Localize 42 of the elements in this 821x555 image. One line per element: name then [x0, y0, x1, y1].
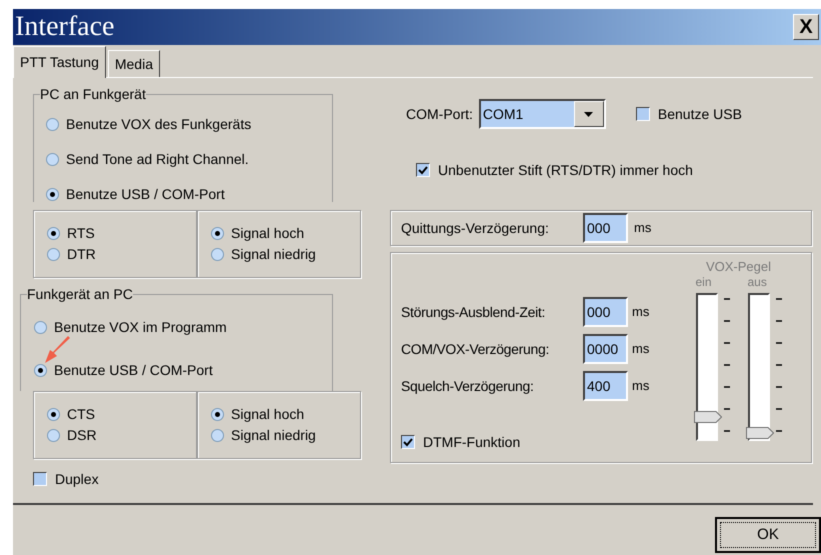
delay-field[interactable]: 0000: [583, 334, 628, 364]
window-title: Interface: [15, 13, 114, 41]
radio-button[interactable]: Signal niedrig: [211, 244, 360, 264]
radio-button[interactable]: DSR: [47, 426, 196, 446]
radio-button[interactable]: Send Tone ad Right Channel.: [46, 149, 332, 169]
radio-button[interactable]: Benutze USB / COM-Port: [46, 184, 332, 204]
usb-checkbox[interactable]: Benutze USB: [636, 104, 742, 124]
com-port-dropdown[interactable]: COM1: [478, 99, 606, 129]
pin-high-checkbox[interactable]: Unbenutzter Stift (RTS/DTR) immer hoch: [416, 160, 812, 180]
radio-button[interactable]: Benutze VOX des Funkgeräts: [46, 114, 332, 134]
radio-button[interactable]: Signal hoch: [211, 404, 360, 424]
tab[interactable]: Media: [108, 50, 160, 77]
radio-button[interactable]: CTS: [47, 404, 196, 424]
delay-field[interactable]: 000: [583, 213, 628, 243]
unit-label: ms: [634, 219, 652, 238]
radio-button[interactable]: Benutze VOX im Programm: [34, 317, 332, 337]
radio-button[interactable]: Benutze USB / COM-Port: [34, 360, 332, 380]
radio-button[interactable]: Signal hoch: [211, 224, 360, 244]
delay-field[interactable]: 400: [583, 371, 628, 401]
delay-field[interactable]: 000: [583, 297, 628, 327]
unit-label: ms: [632, 303, 650, 322]
slider-label: ein: [696, 275, 712, 290]
close-button[interactable]: X: [793, 14, 819, 40]
duplex-checkbox[interactable]: Duplex: [33, 469, 390, 489]
radio-button[interactable]: Signal niedrig: [211, 426, 360, 446]
com-port-label: COM-Port:: [406, 104, 473, 124]
unit-label: ms: [632, 340, 650, 358]
slider-label: aus: [748, 275, 767, 290]
tab[interactable]: PTT Tastung: [13, 46, 106, 78]
unit-label: ms: [632, 377, 650, 396]
field-label: Störungs-Ausblend-Zeit:: [401, 302, 546, 322]
field-label: COM/VOX-Verzögerung:: [401, 340, 550, 359]
arrow-icon: [44, 336, 71, 364]
slider-thumb[interactable]: [746, 427, 774, 439]
field-label: Squelch-Verzögerung:: [401, 376, 535, 396]
radio-button[interactable]: DTR: [47, 244, 196, 264]
radio-button[interactable]: RTS: [47, 224, 196, 244]
slider-thumb[interactable]: [694, 411, 722, 424]
ok-button[interactable]: OK: [715, 517, 821, 553]
dtmf-checkbox[interactable]: DTMF-Funktion: [401, 432, 676, 452]
vox-level-title: VOX-Pegel: [706, 259, 772, 275]
field-label: Quittungs-Verzögerung:: [401, 218, 550, 238]
